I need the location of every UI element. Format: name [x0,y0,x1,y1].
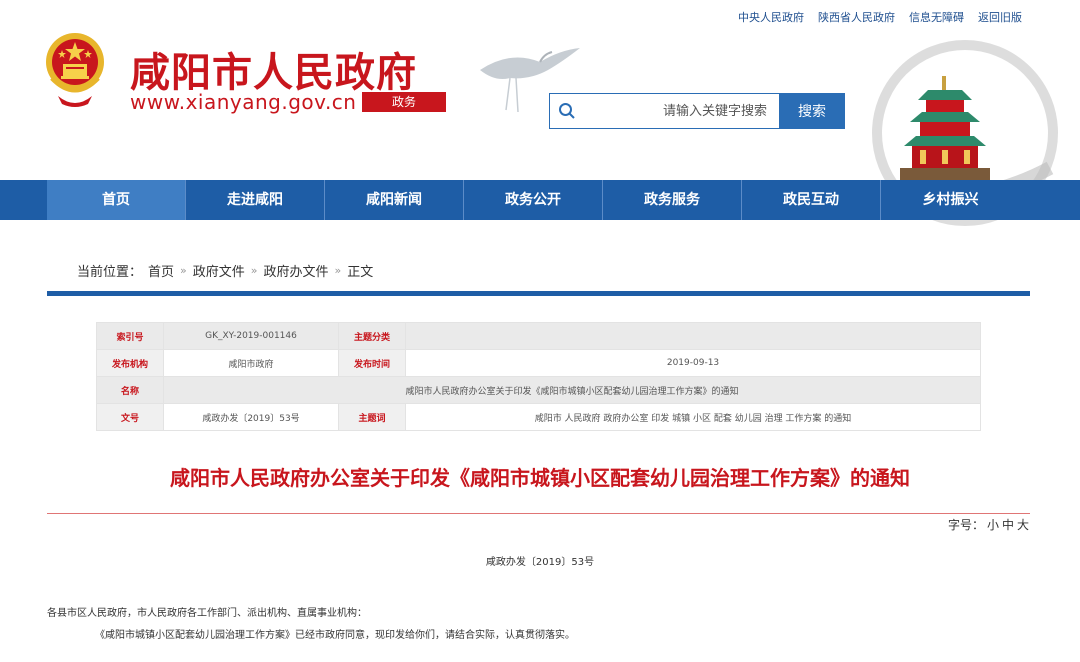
meta-label-docno: 文号 [96,403,164,431]
table-row: 名称 咸阳市人民政府办公室关于印发《咸阳市城镇小区配套幼儿园治理工作方案》的通知 [96,376,981,404]
content-divider [47,291,1030,296]
site-url: www.xianyang.gov.cn [130,90,357,114]
meta-value-docno: 咸政办发〔2019〕53号 [163,403,339,431]
meta-value-name: 咸阳市人民政府办公室关于印发《咸阳市城镇小区配套幼儿园治理工作方案》的通知 [163,376,981,404]
article-paragraph: 《咸阳市城镇小区配套幼儿园治理工作方案》已经市政府同意，现印发给你们，请结合实际… [95,630,575,641]
nav-item-about[interactable]: 走进咸阳 [186,180,325,220]
breadcrumb-current: 正文 [347,265,374,280]
meta-value-keywords: 咸阳市 人民政府 政府办公室 印发 城镇 小区 配套 幼儿园 治理 工作方案 的… [405,403,981,431]
link-central-gov[interactable]: 中央人民政府 [738,9,804,25]
meta-label-name: 名称 [96,376,164,404]
breadcrumb-gov-docs[interactable]: 政府文件 [193,261,245,280]
meta-label-category: 主题分类 [338,322,406,350]
nav-item-gov-open[interactable]: 政务公开 [464,180,603,220]
article-title: 咸阳市人民政府办公室关于印发《咸阳市城镇小区配套幼儿园治理工作方案》的通知 [170,466,910,490]
meta-label-publisher: 发布机构 [96,349,164,377]
nav-item-news[interactable]: 咸阳新闻 [325,180,464,220]
meta-label-index: 索引号 [96,322,164,350]
font-size-label: 字号： [947,518,984,532]
table-row: 文号 咸政办发〔2019〕53号 主题词 咸阳市 人民政府 政府办公室 印发 城… [96,403,981,431]
search-icon[interactable] [550,94,584,128]
font-size-medium[interactable]: 中 [1002,516,1014,533]
table-row: 索引号 GK_XY-2019-001146 主题分类 [96,322,981,350]
title-divider [47,513,1030,514]
meta-label-date: 发布时间 [338,349,406,377]
search-button[interactable]: 搜索 [779,93,845,129]
search-box: 搜索 [549,93,845,129]
font-size-small[interactable]: 小 [987,516,999,533]
meta-value-date: 2019-09-13 [405,349,981,377]
breadcrumb-separator: » [250,264,258,277]
breadcrumb-home[interactable]: 首页 [148,261,174,280]
nav-item-rural[interactable]: 乡村振兴 [881,180,1020,220]
national-emblem-icon[interactable] [44,30,106,112]
top-links: 中央人民政府 陕西省人民政府 信息无障碍 返回旧版 [738,9,1022,25]
breadcrumb: 当前位置： 首页 » 政府文件 » 政府办文件 » 正文 [77,261,373,280]
meta-label-keywords: 主题词 [338,403,406,431]
nav-item-interaction[interactable]: 政民互动 [742,180,881,220]
meta-value-publisher: 咸阳市政府 [163,349,339,377]
search-input[interactable] [584,102,779,120]
document-meta-table: 索引号 GK_XY-2019-001146 主题分类 发布机构 咸阳市政府 发布… [96,322,981,431]
link-old-version[interactable]: 返回旧版 [978,9,1022,25]
site-sub-label: 政务 [362,92,446,112]
meta-value-index: GK_XY-2019-001146 [163,322,339,350]
link-shaanxi-gov[interactable]: 陕西省人民政府 [818,9,895,25]
breadcrumb-separator: » [180,264,187,277]
breadcrumb-prefix: 当前位置： [77,265,143,280]
nav-item-home[interactable]: 首页 [47,180,186,220]
main-nav: 首页 走进咸阳 咸阳新闻 政务公开 政务服务 政民互动 乡村振兴 [0,180,1080,220]
table-row: 发布机构 咸阳市政府 发布时间 2019-09-13 [96,349,981,377]
document-number: 咸政办发〔2019〕53号 [485,557,595,568]
breadcrumb-office-docs[interactable]: 政府办文件 [264,261,329,280]
font-size-selector: 字号： 小 中 大 [948,516,1029,533]
nav-item-gov-service[interactable]: 政务服务 [603,180,742,220]
article-paragraph: 各县市区人民政府，市人民政府各工作部门、派出机构、直属事业机构： [47,608,367,619]
breadcrumb-separator: » [334,264,342,277]
font-size-large[interactable]: 大 [1017,516,1029,533]
link-accessibility[interactable]: 信息无障碍 [909,9,964,25]
meta-value-category [405,322,981,350]
